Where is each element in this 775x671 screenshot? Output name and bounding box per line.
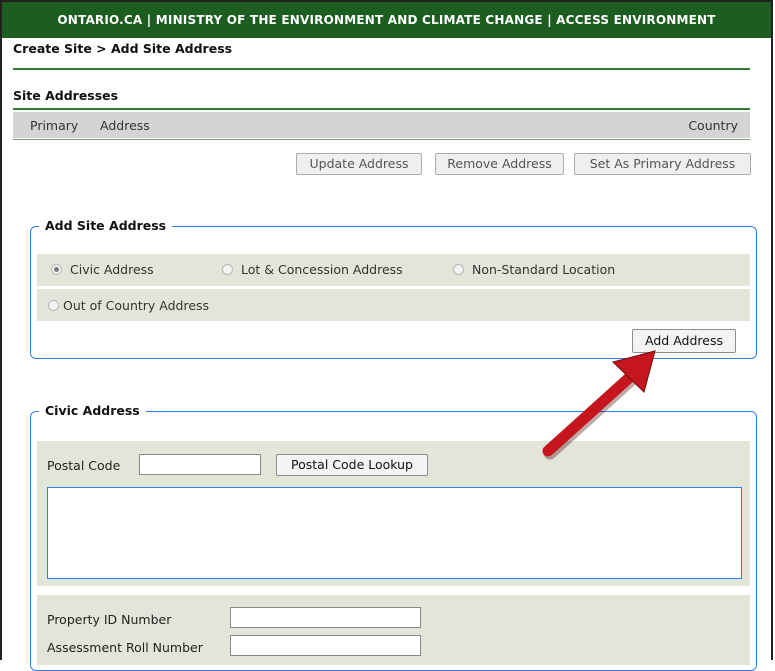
site-addresses-title: Site Addresses	[13, 88, 119, 103]
postal-code-label: Postal Code	[47, 458, 121, 473]
add-site-address-legend: Add Site Address	[39, 218, 173, 233]
column-address[interactable]: Address	[100, 118, 150, 133]
address-table-header: Primary Address Country	[13, 112, 750, 138]
set-primary-address-button[interactable]: Set As Primary Address	[574, 153, 751, 175]
add-address-button[interactable]: Add Address	[632, 329, 736, 353]
property-id-input[interactable]	[230, 607, 421, 628]
radio-unselected-icon[interactable]	[453, 264, 464, 275]
radio-unselected-icon[interactable]	[48, 300, 59, 311]
radio-unselected-icon[interactable]	[222, 264, 233, 275]
radio-label: Non-Standard Location	[472, 262, 616, 277]
site-banner: ONTARIO.CA | MINISTRY OF THE ENVIRONMENT…	[2, 2, 771, 38]
radio-label: Civic Address	[70, 262, 154, 277]
remove-address-button[interactable]: Remove Address	[435, 153, 564, 175]
radio-non-standard-location[interactable]: Non-Standard Location	[453, 262, 615, 277]
divider	[13, 139, 750, 140]
property-id-label: Property ID Number	[47, 612, 172, 627]
postal-code-lookup-button[interactable]: Postal Code Lookup	[276, 454, 428, 476]
radio-label: Out of Country Address	[63, 298, 210, 313]
assessment-roll-input[interactable]	[230, 635, 421, 656]
radio-civic-address[interactable]: Civic Address	[51, 262, 154, 277]
update-address-button[interactable]: Update Address	[296, 153, 422, 175]
radio-lot-concession-address[interactable]: Lot & Concession Address	[222, 262, 403, 277]
radio-label: Lot & Concession Address	[241, 262, 403, 277]
divider	[13, 68, 750, 70]
divider	[13, 108, 750, 110]
assessment-roll-label: Assessment Roll Number	[47, 640, 203, 655]
column-country[interactable]: Country	[688, 118, 738, 133]
civic-address-legend: Civic Address	[39, 403, 146, 418]
breadcrumb: Create Site > Add Site Address	[13, 41, 233, 56]
radio-selected-icon[interactable]	[51, 264, 62, 275]
column-primary[interactable]: Primary	[30, 118, 78, 133]
postal-code-input[interactable]	[139, 454, 261, 475]
postal-code-results-box[interactable]	[47, 487, 742, 579]
radio-out-of-country-address[interactable]: Out of Country Address	[48, 298, 209, 313]
